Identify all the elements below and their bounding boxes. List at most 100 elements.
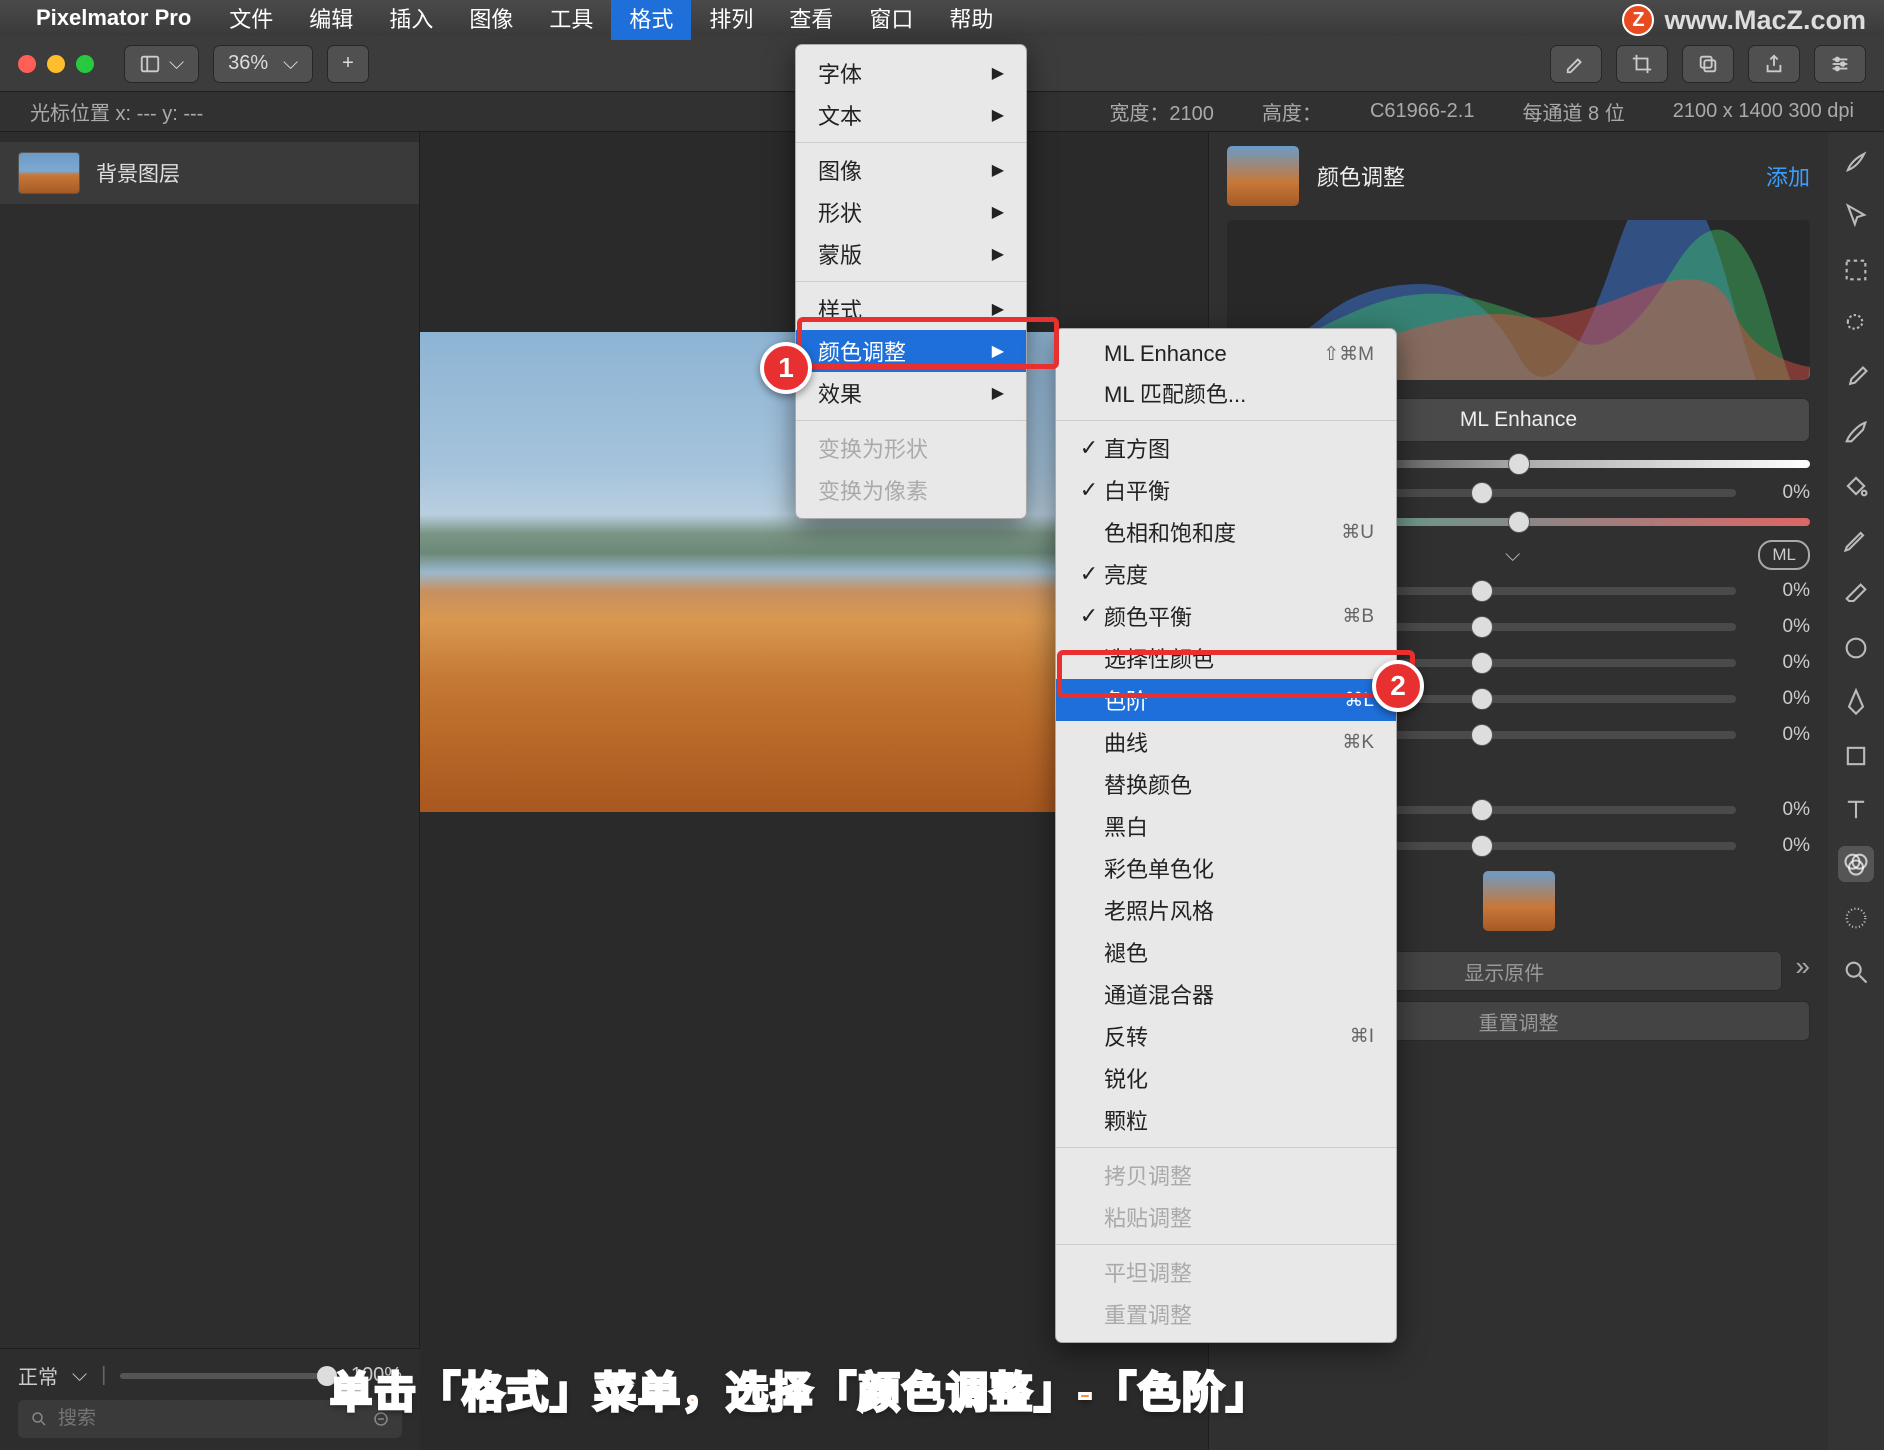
annotation-badge-2: 2 xyxy=(1372,660,1424,712)
panel-title: 颜色调整 xyxy=(1317,160,1748,192)
circle-tool[interactable] xyxy=(1838,630,1874,666)
slider-knob[interactable] xyxy=(1471,482,1493,504)
magnifier-icon xyxy=(1842,958,1870,986)
text-tool[interactable] xyxy=(1838,792,1874,828)
menu-edit[interactable]: 编辑 xyxy=(291,0,371,40)
color-adjust-tool[interactable] xyxy=(1838,846,1874,882)
submenu-item[interactable]: 通道混合器 xyxy=(1056,973,1396,1015)
zoom-tool[interactable] xyxy=(1838,954,1874,990)
submenu-item[interactable]: 老照片风格 xyxy=(1056,889,1396,931)
submenu-item[interactable]: ✓直方图 xyxy=(1056,427,1396,469)
info-dims: 2100 x 1400 300 dpi xyxy=(1673,100,1854,123)
ml-enhance-label: ML Enhance xyxy=(1460,408,1577,432)
submenu-item[interactable]: 替换颜色 xyxy=(1056,763,1396,805)
info-depth: 每通道 8 位 xyxy=(1522,97,1624,126)
shape-tool[interactable] xyxy=(1838,738,1874,774)
pencil-tool-button[interactable] xyxy=(1550,45,1602,83)
layer-row[interactable]: 背景图层 xyxy=(0,142,419,204)
square-icon xyxy=(1842,742,1870,770)
menu-item[interactable]: 蒙版▶ xyxy=(796,233,1026,275)
submenu-item[interactable]: ML Enhance⇧⌘M xyxy=(1056,336,1396,372)
submenu-item[interactable]: 色相和饱和度⌘U xyxy=(1056,511,1396,553)
eyedrop-tool[interactable] xyxy=(1838,360,1874,396)
add-button[interactable]: + xyxy=(327,45,369,83)
menu-tools[interactable]: 工具 xyxy=(531,0,611,40)
ml-badge[interactable]: ML xyxy=(1758,540,1810,570)
pencil-tool[interactable] xyxy=(1838,522,1874,558)
menu-window[interactable]: 窗口 xyxy=(851,0,931,40)
submenu-item[interactable]: 褪色 xyxy=(1056,931,1396,973)
slider-value: 0% xyxy=(1750,688,1810,710)
tutorial-caption: 单击「格式」菜单，选择「颜色调整」-「色阶」 xyxy=(330,1359,1270,1420)
blend-mode-dropdown[interactable]: 正常 xyxy=(18,1361,58,1390)
submenu-item[interactable]: ✓颜色平衡⌘B xyxy=(1056,595,1396,637)
slider-knob[interactable] xyxy=(1471,580,1493,602)
menu-help[interactable]: 帮助 xyxy=(931,0,1011,40)
slider-knob[interactable] xyxy=(1471,724,1493,746)
slider-knob[interactable] xyxy=(1471,652,1493,674)
slider-knob[interactable] xyxy=(1471,616,1493,638)
submenu-item[interactable]: 色阶⌘L xyxy=(1056,679,1396,721)
app-name[interactable]: Pixelmator Pro xyxy=(36,5,191,31)
zoom-dropdown[interactable]: 36% ⌵ xyxy=(213,45,313,83)
search-input[interactable] xyxy=(58,1408,362,1430)
eyedropper-icon xyxy=(1842,364,1870,392)
submenu-item[interactable]: 选择性颜色 xyxy=(1056,637,1396,679)
bucket-tool[interactable] xyxy=(1838,468,1874,504)
paint-tool[interactable] xyxy=(1838,414,1874,450)
menu-image[interactable]: 图像 xyxy=(451,0,531,40)
slider-knob[interactable] xyxy=(1471,688,1493,710)
slider-knob[interactable] xyxy=(1508,453,1530,475)
copy-button[interactable] xyxy=(1682,45,1734,83)
menu-item[interactable]: 图像▶ xyxy=(796,149,1026,191)
pen-tool[interactable] xyxy=(1838,684,1874,720)
menu-item[interactable]: 形状▶ xyxy=(796,191,1026,233)
effects-tool[interactable] xyxy=(1838,900,1874,936)
menu-file[interactable]: 文件 xyxy=(211,0,291,40)
menu-view[interactable]: 查看 xyxy=(771,0,851,40)
close-window-button[interactable] xyxy=(18,55,36,73)
submenu-item[interactable]: 黑白 xyxy=(1056,805,1396,847)
submenu-item[interactable]: 曲线⌘K xyxy=(1056,721,1396,763)
menu-item: 变换为形状 xyxy=(796,427,1026,469)
menu-format[interactable]: 格式 xyxy=(611,0,691,40)
style-tool[interactable] xyxy=(1838,144,1874,180)
slider-knob[interactable] xyxy=(1471,799,1493,821)
slider-knob[interactable] xyxy=(1471,835,1493,857)
eraser-tool[interactable] xyxy=(1838,576,1874,612)
submenu-item[interactable]: ✓白平衡 xyxy=(1056,469,1396,511)
add-adjustment-link[interactable]: 添加 xyxy=(1766,160,1810,192)
menu-insert[interactable]: 插入 xyxy=(371,0,451,40)
minimize-window-button[interactable] xyxy=(47,55,65,73)
sparkle-icon xyxy=(1842,904,1870,932)
settings-button[interactable] xyxy=(1814,45,1866,83)
crop-icon xyxy=(1631,53,1653,75)
crop-tool-button[interactable] xyxy=(1616,45,1668,83)
menu-item[interactable]: 效果▶ xyxy=(796,372,1026,414)
watermark-text: www.MacZ.com xyxy=(1664,5,1866,36)
copy-icon xyxy=(1697,53,1719,75)
opacity-slider[interactable] xyxy=(120,1373,336,1379)
submenu-item[interactable]: 彩色单色化 xyxy=(1056,847,1396,889)
sidebar-toggle-button[interactable]: ⌵ xyxy=(124,45,199,83)
cursor-icon xyxy=(1842,202,1870,230)
menu-item[interactable]: 颜色调整▶ xyxy=(796,330,1026,372)
submenu-item[interactable]: 颗粒 xyxy=(1056,1099,1396,1141)
submenu-item[interactable]: 锐化 xyxy=(1056,1057,1396,1099)
share-button[interactable] xyxy=(1748,45,1800,83)
marquee-tool[interactable] xyxy=(1838,252,1874,288)
menu-item[interactable]: 样式▶ xyxy=(796,288,1026,330)
arrow-tool[interactable] xyxy=(1838,198,1874,234)
submenu-item[interactable]: 反转⌘I xyxy=(1056,1015,1396,1057)
expand-icon[interactable]: » xyxy=(1796,951,1810,982)
layer-thumbnail xyxy=(18,152,80,194)
marquee-icon xyxy=(1842,256,1870,284)
submenu-item[interactable]: ML 匹配颜色... xyxy=(1056,372,1396,414)
menu-arrange[interactable]: 排列 xyxy=(691,0,771,40)
menu-item[interactable]: 文本▶ xyxy=(796,94,1026,136)
menu-item[interactable]: 字体▶ xyxy=(796,52,1026,94)
fullscreen-window-button[interactable] xyxy=(76,55,94,73)
lasso-tool[interactable] xyxy=(1838,306,1874,342)
slider-knob[interactable] xyxy=(1508,511,1530,533)
submenu-item[interactable]: ✓亮度 xyxy=(1056,553,1396,595)
